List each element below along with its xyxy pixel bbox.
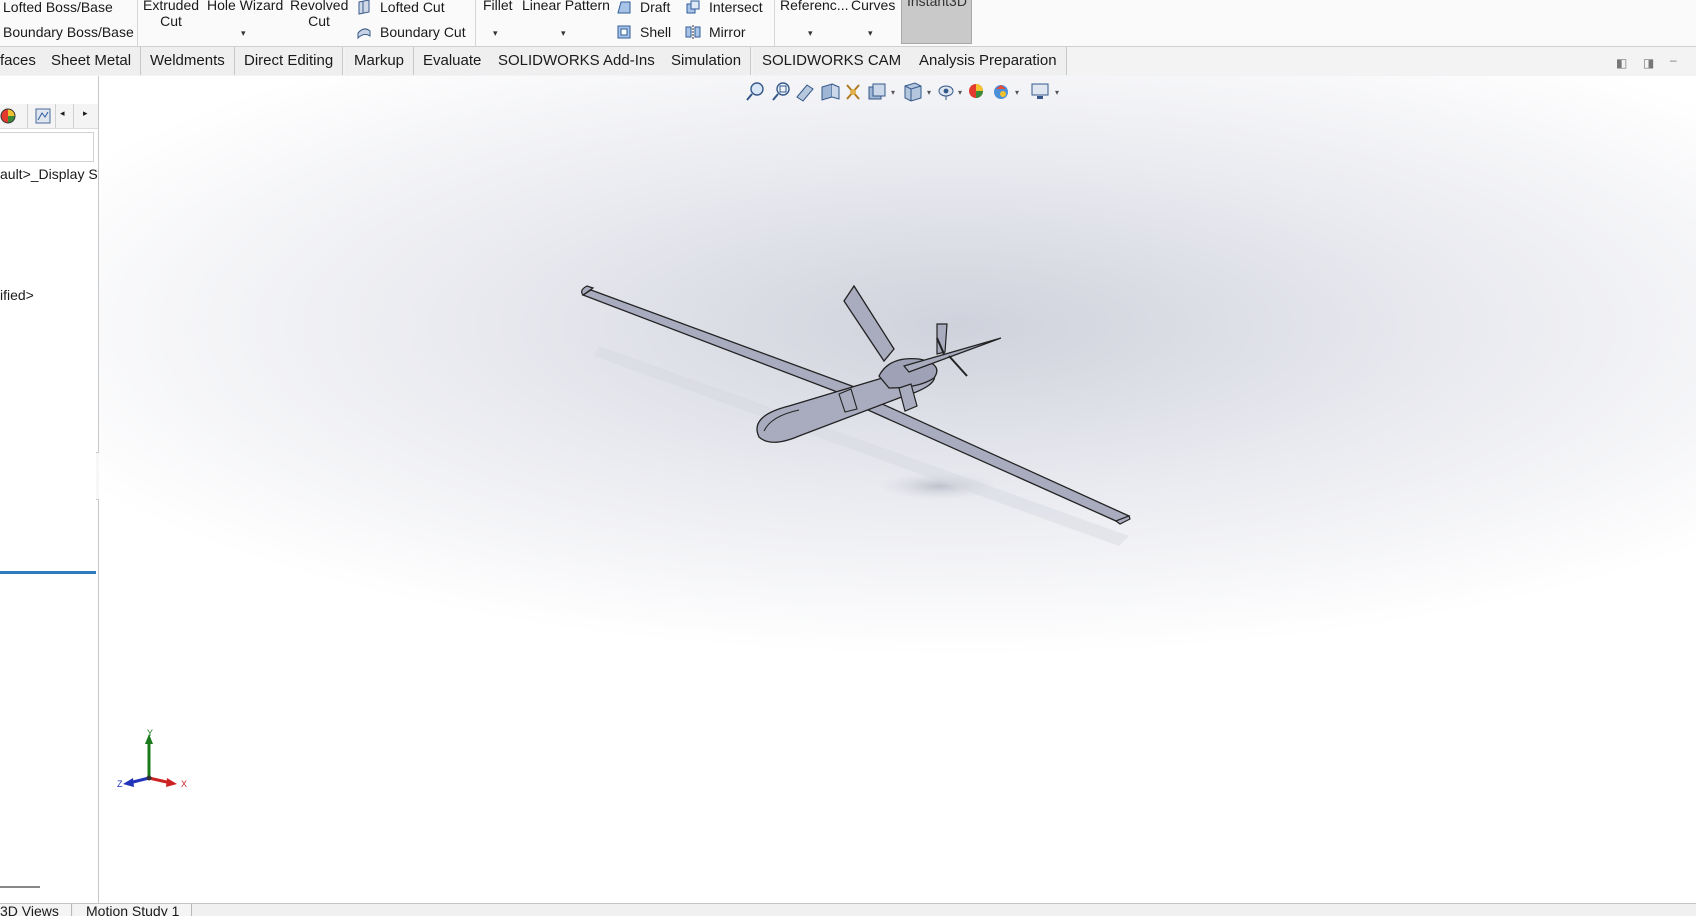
uav-model[interactable] (99, 76, 1696, 903)
tab-sheet-metal[interactable]: Sheet Metal (42, 47, 142, 75)
chevron-down-icon[interactable]: ▾ (808, 28, 813, 39)
feature-manager-panel: ◂ ▸ ault>_Display S ified> (0, 76, 99, 903)
bottom-tab-bar: 3D Views Motion Study 1 (0, 903, 1696, 916)
lofted-cut-button[interactable]: Lofted Cut (380, 0, 445, 15)
triad-x-label: X (181, 779, 188, 789)
selection-indicator (0, 571, 96, 574)
horizontal-scrollbar[interactable] (0, 886, 40, 888)
tab-solidworks-add-ins[interactable]: SOLIDWORKS Add-Ins (489, 47, 665, 75)
triad-y-label: Y (147, 728, 154, 738)
chevron-down-icon[interactable]: ▾ (493, 28, 498, 39)
lofted-cut-icon (358, 0, 370, 15)
command-manager-ribbon: Lofted Boss/Base Boundary Boss/Base Extr… (0, 0, 1696, 47)
ribbon-divider (475, 0, 476, 46)
tab-direct-editing[interactable]: Direct Editing (235, 47, 344, 75)
mirror-button[interactable]: Mirror (709, 24, 746, 40)
appearance-icon (0, 108, 16, 124)
tab-3d-views[interactable]: 3D Views (0, 904, 72, 916)
extruded-cut-label-2[interactable]: Cut (143, 13, 199, 29)
intersect-button[interactable]: Intersect (709, 0, 763, 15)
intersect-icon (686, 0, 700, 14)
mirror-icon (685, 25, 701, 39)
scroll-left-button[interactable] (55, 104, 74, 128)
boundary-cut-button[interactable]: Boundary Cut (380, 24, 466, 40)
tab-motion-study[interactable]: Motion Study 1 (74, 904, 193, 916)
tab-markup[interactable]: Markup (345, 47, 415, 75)
scroll-right-icon[interactable]: ▸ (83, 108, 88, 119)
hole-wizard-button[interactable]: Hole Wizard (207, 0, 283, 13)
shell-button[interactable]: Shell (640, 24, 671, 40)
tab-evaluate[interactable]: Evaluate (414, 47, 492, 75)
tab-weldments[interactable]: Weldments (141, 47, 235, 75)
tail-fin (843, 284, 895, 363)
propeller (902, 337, 1002, 373)
chevron-down-icon[interactable]: ▾ (561, 28, 566, 39)
fillet-button[interactable]: Fillet (483, 0, 513, 13)
chevron-down-icon[interactable]: ▾ (868, 28, 873, 39)
revolved-cut-label-1[interactable]: Revolved (290, 0, 348, 13)
tab-surfaces[interactable]: faces (0, 47, 46, 75)
left-wing (581, 289, 880, 407)
lofted-boss-button[interactable]: Lofted Boss/Base (3, 0, 113, 15)
panel-tab-bar: ◂ ▸ (0, 104, 98, 129)
filter-box[interactable] (0, 132, 94, 162)
appearance-tab[interactable] (0, 104, 28, 128)
shell-icon (617, 25, 631, 39)
tab-analysis-preparation[interactable]: Analysis Preparation (910, 47, 1067, 75)
minimize-icon[interactable]: – (1670, 53, 1677, 67)
wing-shadow (594, 346, 1129, 546)
ribbon-divider (137, 0, 138, 46)
draft-icon (617, 1, 631, 14)
boundary-cut-icon (357, 28, 371, 40)
tile-left-icon[interactable]: ◧ (1616, 56, 1627, 70)
chevron-down-icon[interactable]: ▾ (241, 28, 246, 39)
tab-simulation[interactable]: Simulation (662, 47, 752, 75)
reference-geometry-button[interactable]: Referenc... (780, 0, 848, 13)
draft-button[interactable]: Draft (640, 0, 670, 15)
instant3d-label: Instant3D (907, 0, 967, 9)
extruded-cut-label-1[interactable]: Extruded (143, 0, 199, 13)
display-manager-icon (35, 108, 51, 124)
linear-pattern-button[interactable]: Linear Pattern (522, 0, 610, 13)
boundary-boss-button[interactable]: Boundary Boss/Base (3, 24, 134, 40)
display-state-item[interactable]: ault>_Display S (0, 166, 98, 182)
command-manager-tabs: faces Sheet Metal Weldments Direct Editi… (0, 47, 1696, 77)
instant3d-button[interactable]: Instant3D (901, 0, 972, 44)
tab-solidworks-cam[interactable]: SOLIDWORKS CAM (753, 47, 912, 75)
triad-z-label: Z (117, 779, 123, 789)
display-manager-tab[interactable] (28, 104, 56, 128)
ribbon-divider (774, 0, 775, 46)
tile-right-icon[interactable]: ◨ (1643, 56, 1654, 70)
graphics-area[interactable]: ▾ ▾ ▾ ▾ ▾ Y X Z (99, 76, 1696, 903)
revolved-cut-label-2[interactable]: Cut (290, 13, 348, 29)
material-item[interactable]: ified> (0, 287, 34, 303)
curves-button[interactable]: Curves (851, 0, 895, 13)
